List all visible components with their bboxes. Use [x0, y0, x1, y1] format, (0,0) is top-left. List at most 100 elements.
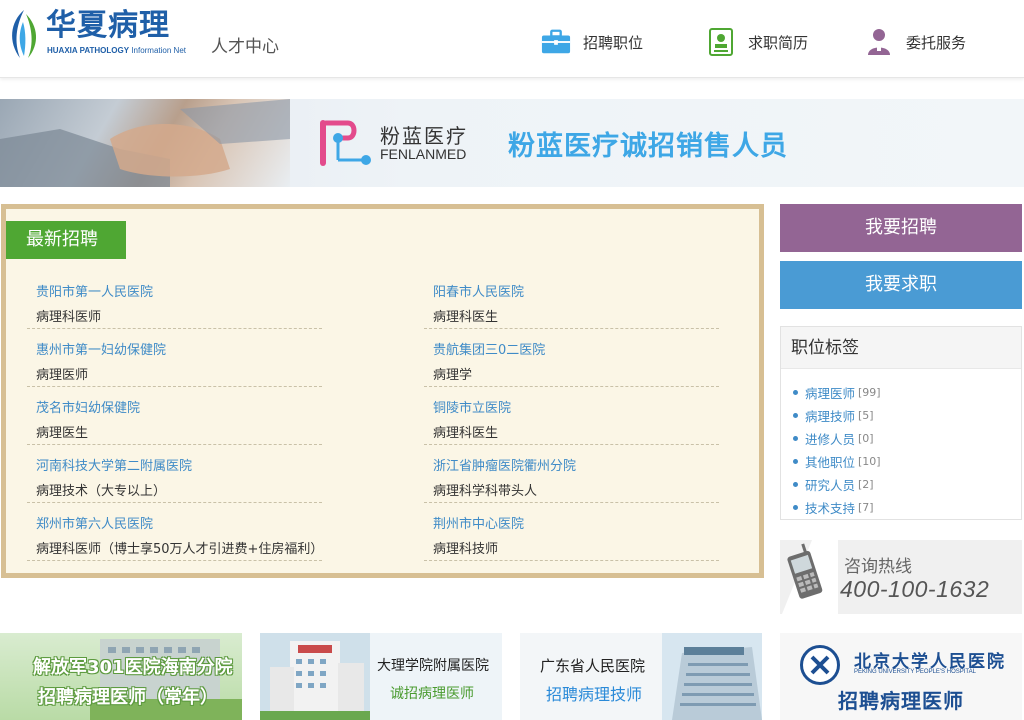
tag-label[interactable]: 研究人员: [805, 475, 855, 494]
fenlan-logo-icon: [320, 120, 371, 166]
job-item[interactable]: 贵阳市第一人民医院 病理科医师: [27, 271, 322, 329]
tag-count: [10]: [858, 455, 881, 468]
banner-brand-en: FENLANMED: [380, 146, 467, 162]
tag-count: [0]: [858, 432, 874, 445]
banner-brand-cn: 粉蓝医疗: [380, 124, 468, 148]
tag-label[interactable]: 技术支持: [805, 498, 855, 517]
hotline-number: 400-100-1632: [840, 576, 990, 602]
banner-slogan[interactable]: 粉蓝医疗诚招销售人员: [508, 124, 788, 163]
job-hospital-link[interactable]: 茂名市妇幼保健院: [36, 397, 140, 416]
position-tag-item[interactable]: 病理医师 [99]: [793, 381, 1021, 404]
job-hospital-link[interactable]: 阳春市人民医院: [433, 281, 524, 300]
i-want-to-recruit-button[interactable]: 我要招聘: [780, 204, 1022, 252]
site-header: 华夏病理 HUAXIA PATHOLOGY Information Net 人才…: [0, 0, 1024, 78]
position-tag-item[interactable]: 技术支持 [7]: [793, 496, 1021, 519]
ad-line-1: 解放军301医院海南分院: [33, 657, 233, 678]
position-tag-item[interactable]: 进修人员 [0]: [793, 427, 1021, 450]
position-tags-title: 职位标签: [781, 327, 1021, 369]
nav-entrust-service-label: 委托服务: [906, 33, 967, 52]
i-want-a-job-button[interactable]: 我要求职: [780, 261, 1022, 309]
job-title-link[interactable]: 病理科学科带头人: [433, 480, 537, 499]
tag-count: [7]: [858, 501, 874, 514]
logo-leaf-icon: [12, 10, 37, 58]
job-title-link[interactable]: 病理科医师: [36, 306, 101, 325]
job-title-link[interactable]: 病理技术（大专以上）: [36, 480, 166, 499]
tag-label[interactable]: 其他职位: [805, 452, 855, 471]
job-item[interactable]: 河南科技大学第二附属医院 病理技术（大专以上）: [27, 445, 322, 503]
job-title-link[interactable]: 病理科医生: [433, 306, 498, 325]
ad-banner-guangdong[interactable]: 广东省人民医院 招聘病理技师: [520, 633, 762, 720]
job-title-link[interactable]: 病理科技师: [433, 538, 498, 557]
position-tag-item[interactable]: 研究人员 [2]: [793, 473, 1021, 496]
nav-job-positions[interactable]: 招聘职位: [541, 26, 643, 58]
job-item[interactable]: 郑州市第六人民医院 病理科医师（博士享50万人才引进费+住房福利）: [27, 503, 323, 561]
job-item[interactable]: 铜陵市立医院 病理科医生: [424, 387, 719, 445]
site-logo[interactable]: 华夏病理 HUAXIA PATHOLOGY Information Net: [6, 6, 202, 62]
position-tag-item[interactable]: 病理技师 [5]: [793, 404, 1021, 427]
tag-label[interactable]: 病理医师: [805, 383, 855, 402]
job-hospital-link[interactable]: 贵阳市第一人民医院: [36, 281, 153, 300]
job-title-link[interactable]: 病理医师: [36, 364, 88, 383]
ad-banner-pku-peoples-hospital[interactable]: 北京大学人民医院 PEKING UNIVERSITY PEOPLE'S HOSP…: [780, 633, 1022, 720]
latest-jobs-tab: 最新招聘: [6, 221, 126, 259]
nav-resume-label: 求职简历: [748, 33, 809, 52]
position-tag-list: 病理医师 [99] 病理技师 [5] 进修人员 [0] 其他职位 [10] 研究人员 [2…: [781, 369, 1021, 519]
ad-banner-301-hainan[interactable]: 解放军301医院海南分院 招聘病理医师（常年）: [0, 633, 242, 720]
person-icon: [864, 27, 894, 57]
nav-entrust-service[interactable]: 委托服务: [864, 26, 966, 58]
job-item[interactable]: 茂名市妇幼保健院 病理医生: [27, 387, 322, 445]
tag-count: [2]: [858, 478, 874, 491]
position-tag-item[interactable]: 其他职位 [10]: [793, 450, 1021, 473]
pku-hospital-emblem-icon: [800, 645, 840, 685]
job-hospital-link[interactable]: 贵航集团三0二医院: [433, 339, 545, 358]
nav-resume[interactable]: 求职简历: [706, 26, 808, 58]
job-hospital-link[interactable]: 浙江省肿瘤医院衢州分院: [433, 455, 576, 474]
ad-banner-dali[interactable]: 大理学院附属医院 诚招病理医师: [260, 633, 502, 720]
logo-text-cn: 华夏病理: [46, 8, 170, 43]
job-item[interactable]: 浙江省肿瘤医院衢州分院 病理科学科带头人: [424, 445, 719, 503]
ad-line-2: 招聘病理医师: [838, 689, 964, 713]
bullet-icon: [793, 390, 798, 395]
handshake-image: [0, 99, 290, 187]
job-item[interactable]: 惠州市第一妇幼保健院 病理医师: [27, 329, 322, 387]
tag-label[interactable]: 病理技师: [805, 406, 855, 425]
ad-line-1: 广东省人民医院: [540, 657, 646, 675]
ad-line-2: 招聘病理技师: [546, 685, 643, 704]
job-item[interactable]: 阳春市人民医院 病理科医生: [424, 271, 719, 329]
job-title-link[interactable]: 病理科医生: [433, 422, 498, 441]
bullet-icon: [793, 436, 798, 441]
hospital-building-image: [260, 633, 370, 720]
logo-text-en: HUAXIA PATHOLOGY Information Net: [47, 46, 186, 55]
job-item[interactable]: 贵航集团三0二医院 病理学: [424, 329, 719, 387]
bullet-icon: [793, 505, 798, 510]
job-hospital-link[interactable]: 铜陵市立医院: [433, 397, 511, 416]
job-title-link[interactable]: 病理科医师（博士享50万人才引进费+住房福利）: [36, 538, 323, 557]
job-item[interactable]: 荆州市中心医院 病理科技师: [424, 503, 719, 561]
tag-label[interactable]: 进修人员: [805, 429, 855, 448]
job-hospital-link[interactable]: 惠州市第一妇幼保健院: [36, 339, 166, 358]
bullet-icon: [793, 413, 798, 418]
position-tags-panel: 职位标签 病理医师 [99] 病理技师 [5] 进修人员 [0] 其他职位 [10] 研…: [780, 326, 1022, 520]
bullet-icon: [793, 459, 798, 464]
bullet-icon: [793, 482, 798, 487]
nav-job-positions-label: 招聘职位: [583, 33, 644, 52]
briefcase-icon: [541, 27, 571, 57]
job-hospital-link[interactable]: 荆州市中心医院: [433, 513, 524, 532]
job-hospital-link[interactable]: 河南科技大学第二附属医院: [36, 455, 192, 474]
job-title-link[interactable]: 病理学: [433, 364, 472, 383]
ad-line-1: 大理学院附属医院: [377, 658, 489, 674]
hospital-building-image: [662, 633, 762, 720]
tag-count: [5]: [858, 409, 874, 422]
hotline-box: 咨询热线 400-100-1632: [780, 540, 1022, 614]
tag-count: [99]: [858, 386, 881, 399]
latest-jobs-panel: 最新招聘 贵阳市第一人民医院 病理科医师 阳春市人民医院 病理科医生 惠州市第一…: [1, 204, 764, 578]
page-subtitle: 人才中心: [211, 37, 279, 57]
job-hospital-link[interactable]: 郑州市第六人民医院: [36, 513, 153, 532]
job-title-link[interactable]: 病理医生: [36, 422, 88, 441]
mobile-phone-icon: [782, 540, 838, 614]
ad-line-2: 诚招病理医师: [390, 686, 474, 702]
hotline-label: 咨询热线: [844, 557, 912, 577]
resume-icon: [706, 27, 736, 57]
ad-line-1-en: PEKING UNIVERSITY PEOPLE'S HOSPITAL: [854, 669, 976, 675]
ad-line-2: 招聘病理医师（常年）: [38, 687, 218, 708]
